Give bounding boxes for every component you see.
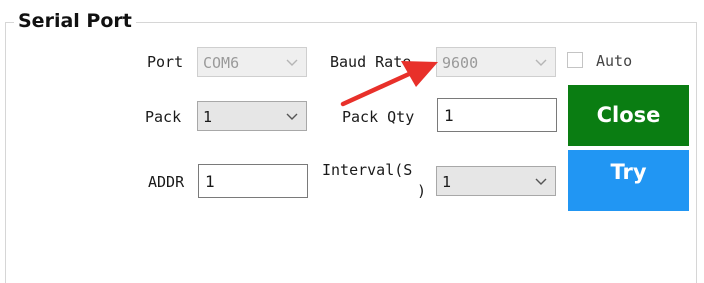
interval-select[interactable]: 1 [436,166,556,196]
pack-qty-input[interactable]: 1 [437,98,557,132]
chevron-down-icon [286,59,298,66]
baud-rate-select-value: 9600 [442,54,479,72]
pack-select[interactable]: 1 [197,101,307,131]
close-button[interactable]: Close [568,85,689,146]
port-label: Port [147,53,184,71]
port-select[interactable]: COM6 [197,47,307,77]
interval-select-value: 1 [442,173,452,191]
baud-rate-label: Baud Rate [330,53,412,71]
addr-label: ADDR [148,173,185,191]
baud-rate-select[interactable]: 9600 [436,47,556,77]
port-select-value: COM6 [203,54,240,72]
chevron-down-icon [286,113,298,120]
pack-label: Pack [145,108,182,126]
try-button[interactable]: Try [568,150,689,211]
interval-label: Interval(S [322,161,413,179]
pack-select-value: 1 [203,108,213,126]
interval-label-close-paren: ) [417,182,427,200]
pack-qty-input-value: 1 [444,106,454,125]
group-title: Serial Port [14,8,136,34]
pack-qty-label: Pack Qty [342,108,415,126]
auto-label: Auto [596,52,633,70]
chevron-down-icon [535,59,547,66]
addr-input[interactable]: 1 [198,164,308,198]
auto-checkbox[interactable] [567,52,583,68]
chevron-down-icon [535,178,547,185]
addr-input-value: 1 [205,172,215,191]
